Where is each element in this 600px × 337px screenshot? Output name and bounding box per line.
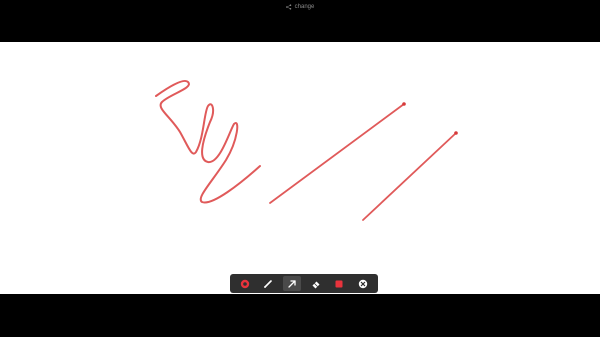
close-icon (358, 279, 368, 288)
arrow-stroke-1 (269, 103, 405, 204)
arrow-button[interactable] (283, 276, 302, 291)
share-indicator[interactable]: change (286, 4, 315, 10)
eraser-button[interactable] (307, 276, 325, 291)
pen-button[interactable] (259, 276, 277, 291)
record-icon (240, 279, 250, 288)
color-button[interactable] (330, 276, 348, 291)
close-button[interactable] (354, 276, 372, 291)
annotation-layer (155, 80, 458, 221)
eraser-icon (312, 281, 320, 288)
arrow-icon (288, 279, 296, 288)
share-label-text: change (294, 4, 315, 10)
color-swatch-icon (335, 280, 343, 287)
arrow-head-1 (402, 102, 406, 106)
bottom-bar (0, 294, 600, 337)
pen-icon (264, 279, 273, 288)
top-bar: change (0, 0, 600, 42)
screen-share-view: change (0, 0, 600, 337)
share-icon (286, 4, 292, 10)
freehand-stroke (155, 80, 261, 204)
record-button[interactable] (236, 276, 254, 291)
arrow-head-2 (454, 131, 458, 135)
arrow-stroke-2 (362, 132, 457, 221)
annotation-toolbar (230, 274, 378, 293)
drawing-canvas[interactable] (0, 42, 600, 294)
